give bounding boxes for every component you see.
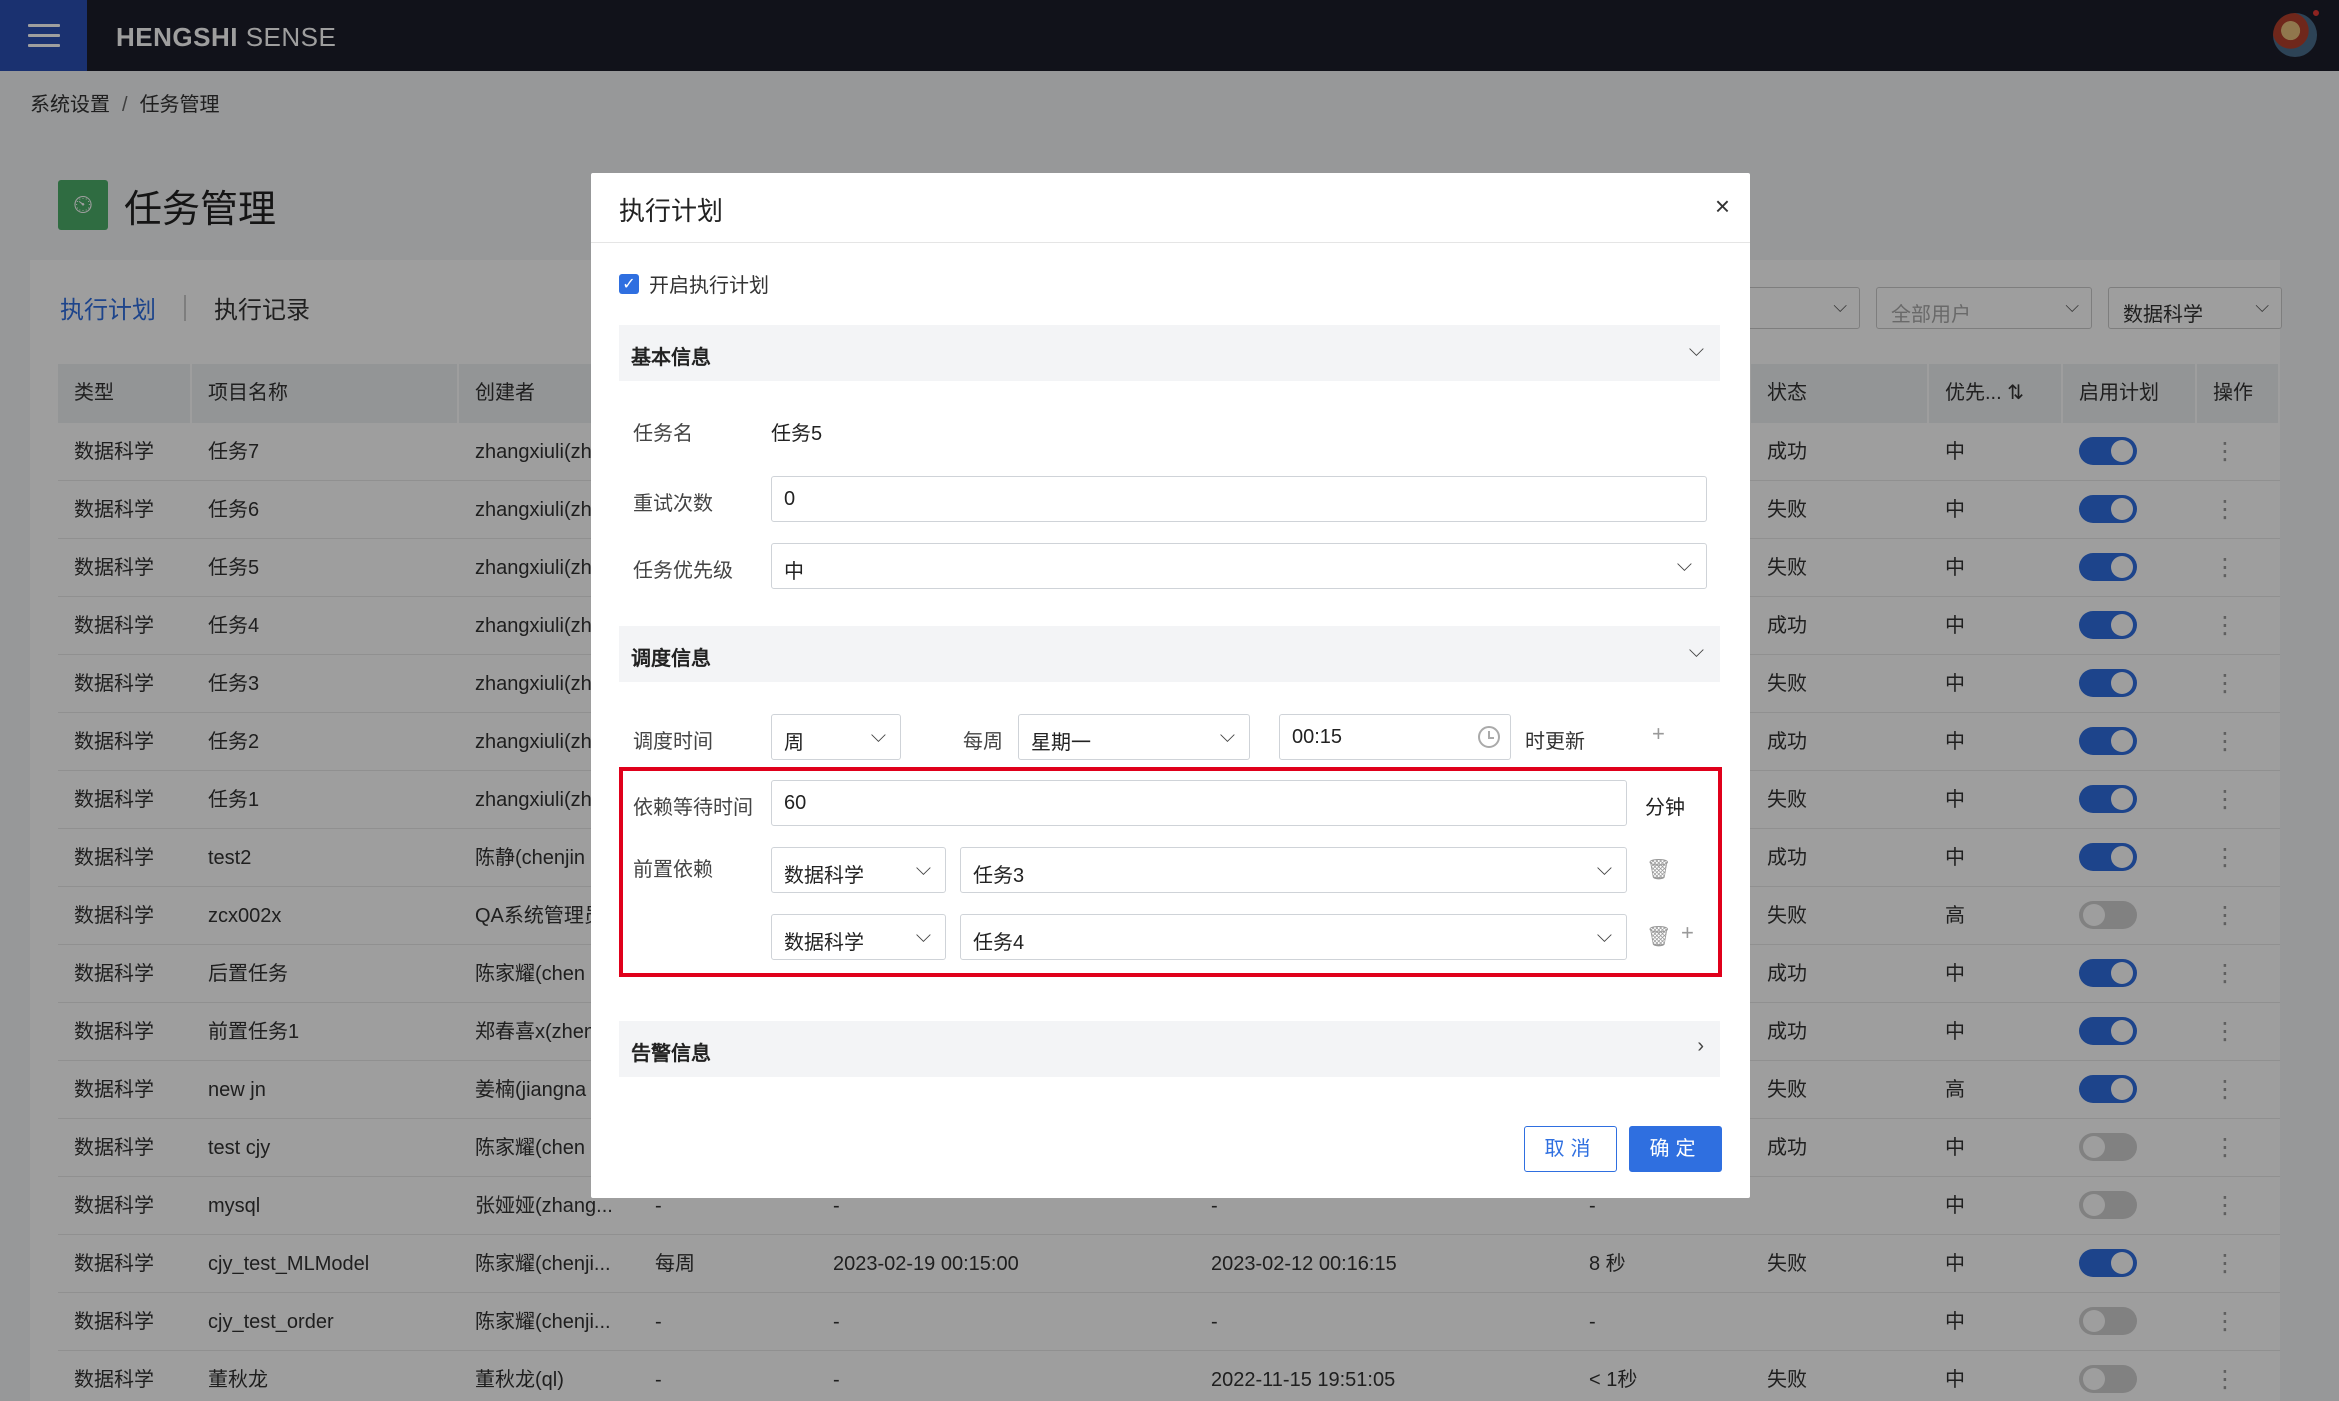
- time-value: 00:15: [1292, 726, 1343, 748]
- close-icon[interactable]: ×: [1715, 191, 1730, 222]
- chevron-down-icon: ⌵: [1219, 725, 1235, 747]
- chevron-right-icon: ›: [1697, 1035, 1704, 1057]
- weekday-value: 星期一: [1031, 732, 1091, 754]
- add-schedule-icon[interactable]: +: [1652, 721, 1665, 747]
- chevron-down-icon: ⌵: [1688, 339, 1704, 361]
- chevron-down-icon: ⌵: [870, 725, 886, 747]
- section-basic-info-title: 基本信息: [631, 347, 711, 369]
- add-dependency-icon[interactable]: +: [1681, 920, 1694, 946]
- task-name-label: 任务名: [633, 423, 693, 445]
- weekday-select[interactable]: 星期一 ⌵: [1018, 714, 1250, 760]
- dependency-type-select[interactable]: 数据科学 ⌵: [771, 914, 946, 960]
- priority-value: 中: [784, 561, 804, 583]
- delete-dependency-icon[interactable]: 🗑: [1646, 924, 1671, 949]
- every-week-label: 每周: [963, 731, 1003, 753]
- chevron-down-icon: ⌵: [1676, 554, 1692, 576]
- enable-plan-label: 开启执行计划: [649, 275, 769, 297]
- time-picker[interactable]: 00:15: [1279, 714, 1511, 760]
- chevron-down-icon: ⌵: [1596, 858, 1612, 880]
- wait-time-input[interactable]: 60: [771, 780, 1627, 826]
- dependency-task-value: 任务3: [973, 865, 1025, 887]
- schedule-time-label: 调度时间: [633, 731, 713, 753]
- dependency-label: 前置依赖: [633, 859, 713, 881]
- wait-time-unit: 分钟: [1645, 797, 1685, 819]
- dependency-task-select[interactable]: 任务3 ⌵: [960, 847, 1627, 893]
- section-alert-info-title: 告警信息: [631, 1043, 711, 1065]
- enable-plan-row[interactable]: ✓ 开启执行计划: [619, 269, 769, 298]
- task-name-value: 任务5: [771, 423, 823, 445]
- update-suffix-label: 时更新: [1525, 731, 1585, 753]
- execution-plan-dialog: 执行计划 × ✓ 开启执行计划 基本信息 ⌵ 任务名 任务5 重试次数 0 任务…: [591, 173, 1750, 1198]
- chevron-down-icon: ⌵: [915, 925, 931, 947]
- priority-label: 任务优先级: [633, 560, 733, 582]
- dependency-type-value: 数据科学: [784, 865, 864, 887]
- period-value: 周: [784, 732, 804, 754]
- enable-plan-checkbox[interactable]: ✓: [619, 273, 639, 294]
- dependency-task-select[interactable]: 任务4 ⌵: [960, 914, 1627, 960]
- delete-dependency-icon[interactable]: 🗑: [1646, 857, 1671, 882]
- cancel-button[interactable]: 取消: [1524, 1126, 1617, 1172]
- dialog-title: 执行计划: [619, 196, 724, 226]
- section-schedule-info[interactable]: 调度信息 ⌵: [619, 626, 1720, 682]
- section-basic-info[interactable]: 基本信息 ⌵: [619, 325, 1720, 381]
- topbar-backdrop: [0, 0, 2339, 71]
- chevron-down-icon: ⌵: [1688, 640, 1704, 662]
- dependency-type-select[interactable]: 数据科学 ⌵: [771, 847, 946, 893]
- clock-icon: [1478, 726, 1500, 748]
- section-schedule-info-title: 调度信息: [631, 648, 711, 670]
- wait-time-value: 60: [784, 792, 807, 814]
- retry-value: 0: [784, 488, 796, 510]
- wait-time-label: 依赖等待时间: [633, 797, 753, 819]
- period-select[interactable]: 周 ⌵: [771, 714, 901, 760]
- priority-select[interactable]: 中 ⌵: [771, 543, 1707, 589]
- chevron-down-icon: ⌵: [915, 858, 931, 880]
- retry-label: 重试次数: [633, 493, 713, 515]
- retry-input[interactable]: 0: [771, 476, 1707, 522]
- chevron-down-icon: ⌵: [1596, 925, 1612, 947]
- section-alert-info[interactable]: 告警信息 ›: [619, 1021, 1720, 1077]
- dependency-task-value: 任务4: [973, 932, 1025, 954]
- dialog-header: 执行计划 ×: [591, 173, 1750, 243]
- dependency-type-value: 数据科学: [784, 932, 864, 954]
- confirm-button[interactable]: 确定: [1629, 1126, 1722, 1172]
